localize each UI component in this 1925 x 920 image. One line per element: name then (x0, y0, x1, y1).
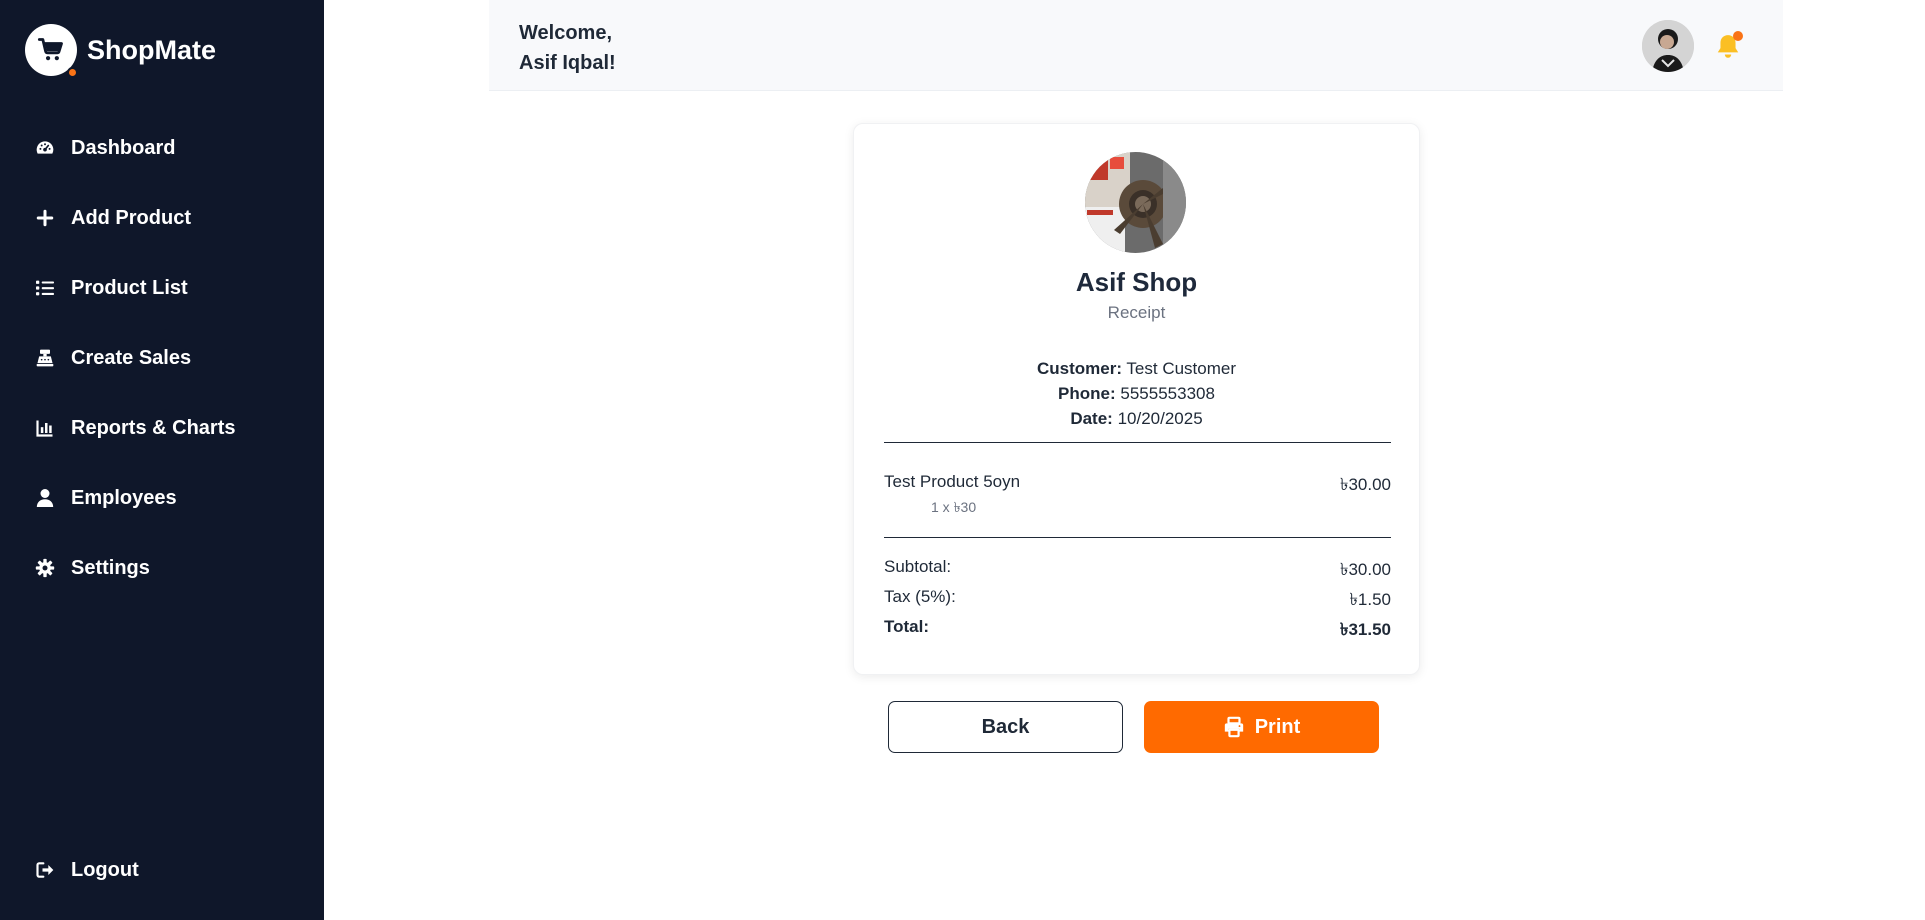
notification-button[interactable] (1715, 31, 1743, 61)
customer-label: Customer: (1036, 359, 1122, 378)
gear-icon (34, 557, 56, 579)
sidebar: ShopMate Dashboard Add Product Product L… (0, 0, 324, 920)
customer-info: Customer: Test Customer Phone: 555555330… (854, 356, 1419, 431)
sidebar-item-settings[interactable]: Settings (0, 533, 324, 603)
cart-icon (37, 38, 63, 61)
sidebar-item-reports-charts[interactable]: Reports & Charts (0, 393, 324, 463)
subtotal-label: Subtotal: (884, 557, 952, 576)
welcome-message: Welcome, Asif Iqbal! (519, 18, 616, 78)
item-qty-price: 1 x ৳30 (931, 499, 977, 515)
total-label: Total: (884, 617, 930, 636)
tax-label: Tax (5%): (884, 587, 956, 606)
tax-value: ৳1.50 (1349, 590, 1391, 609)
sidebar-item-employees[interactable]: Employees (0, 463, 324, 533)
phone-label: Phone: (1058, 384, 1116, 403)
top-header: Welcome, Asif Iqbal! (489, 0, 1783, 91)
cash-register-icon (34, 347, 56, 369)
customer-line: Customer: Test Customer (854, 356, 1419, 381)
date-line: Date: 10/20/2025 (854, 406, 1419, 431)
total-value: ৳31.50 (1339, 620, 1391, 639)
print-label: Print (1254, 715, 1301, 738)
back-label: Back (981, 715, 1030, 738)
logout-label: Logout (71, 858, 139, 881)
tax-row: Tax (5%): ৳1.50 (884, 587, 1391, 615)
item-amount: ৳30.00 (1339, 475, 1391, 494)
welcome-user-name: Asif Iqbal! (519, 52, 616, 74)
sidebar-item-label: Settings (71, 556, 150, 579)
divider (884, 537, 1391, 538)
sidebar-nav: Dashboard Add Product Product List Creat… (0, 113, 324, 603)
phone-line: Phone: 5555553308 (854, 381, 1419, 406)
print-button[interactable]: Print (1144, 701, 1379, 753)
brand-name: ShopMate (87, 34, 217, 65)
shop-logo (1085, 152, 1186, 253)
sidebar-item-label: Dashboard (71, 136, 176, 159)
notification-dot (1733, 31, 1743, 41)
customer-name: Test Customer (1126, 359, 1237, 378)
sidebar-item-product-list[interactable]: Product List (0, 253, 324, 323)
logout-button[interactable]: Logout (0, 845, 324, 895)
phone-value: 5555553308 (1120, 384, 1215, 403)
sidebar-item-dashboard[interactable]: Dashboard (0, 113, 324, 183)
sidebar-item-add-product[interactable]: Add Product (0, 183, 324, 253)
brand-accent-dot (67, 67, 78, 78)
sidebar-item-label: Reports & Charts (71, 416, 236, 439)
receipt-card: Asif Shop Receipt Customer: Test Custome… (853, 123, 1420, 675)
subtotal-row: Subtotal: ৳30.00 (884, 557, 1391, 585)
sidebar-item-label: Add Product (71, 206, 191, 229)
logout-icon (34, 859, 56, 881)
bar-chart-icon (34, 417, 56, 439)
sidebar-item-create-sales[interactable]: Create Sales (0, 323, 324, 393)
date-value: 10/20/2025 (1117, 409, 1203, 428)
sidebar-item-label: Employees (71, 486, 177, 509)
gauge-icon (34, 137, 56, 159)
sidebar-item-label: Product List (71, 276, 188, 299)
receipt-subtitle: Receipt (1107, 303, 1166, 322)
brand-logo (25, 24, 78, 78)
back-button[interactable]: Back (888, 701, 1123, 753)
list-icon (34, 277, 56, 299)
subtotal-value: ৳30.00 (1339, 560, 1391, 579)
total-row: Total: ৳31.50 (884, 617, 1391, 645)
shop-name: Asif Shop (1075, 267, 1198, 297)
plus-icon (34, 207, 56, 229)
date-label: Date: (1070, 409, 1113, 428)
sidebar-item-label: Create Sales (71, 346, 192, 369)
divider (884, 442, 1391, 443)
user-icon (34, 487, 56, 509)
brand[interactable]: ShopMate (25, 24, 217, 78)
welcome-greeting: Welcome, (519, 22, 612, 44)
printer-icon (1224, 716, 1243, 738)
avatar[interactable] (1642, 20, 1694, 72)
